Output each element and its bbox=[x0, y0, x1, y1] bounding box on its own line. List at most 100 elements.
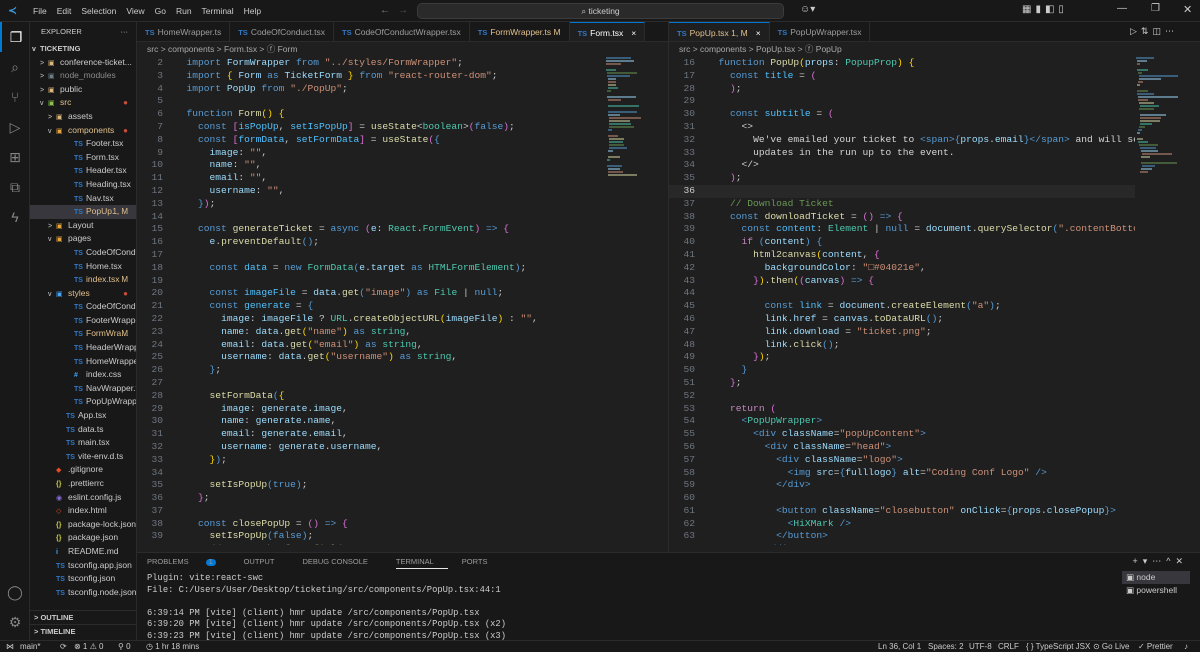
menu-item-edit[interactable]: Edit bbox=[52, 6, 77, 16]
tree-item[interactable]: TSPopUpWrappe... bbox=[30, 395, 136, 409]
tree-item[interactable]: TS tsconfig.node.json bbox=[30, 586, 136, 600]
editor-tab[interactable]: TS CodeOfConductWrapper.tsx bbox=[334, 22, 470, 41]
maximize-button[interactable]: ❐ bbox=[1151, 3, 1160, 14]
command-center[interactable]: ⌕ ticketing bbox=[417, 3, 784, 19]
tree-item[interactable]: TS vite-env.d.ts bbox=[30, 450, 136, 464]
tree-item[interactable]: TS data.ts bbox=[30, 423, 136, 437]
tree-item[interactable]: {} .prettierrc bbox=[30, 477, 136, 491]
indentation[interactable]: Spaces: 2 bbox=[928, 641, 964, 652]
tree-item[interactable]: v ▣ src ● bbox=[30, 96, 136, 110]
cursor-position[interactable]: Ln 36, Col 1 bbox=[878, 641, 921, 652]
tree-item[interactable]: ◇ index.html bbox=[30, 504, 136, 518]
panel-tab-output[interactable]: OUTPUT bbox=[244, 557, 289, 569]
account-icon[interactable]: ◯ bbox=[0, 577, 30, 607]
editor-tab[interactable]: TS FormWrapper.ts M bbox=[469, 22, 570, 41]
editor-tab[interactable]: TS Form.tsx × bbox=[569, 22, 646, 41]
tree-item[interactable]: TS index.tsx M bbox=[30, 273, 136, 287]
editor-tab[interactable]: TS PopUp.tsx 1, M × bbox=[669, 22, 770, 41]
tree-item[interactable]: TS Form.tsx bbox=[30, 151, 136, 165]
editor-actions[interactable]: ▷⇅◫⋯ bbox=[1130, 26, 1178, 37]
tree-item[interactable]: TS PopUp... 1, M bbox=[30, 205, 136, 219]
tree-item[interactable]: {} package.json bbox=[30, 531, 136, 545]
tree-item[interactable]: TS Home.tsx bbox=[30, 260, 136, 274]
branch-indicator[interactable]: main* bbox=[20, 641, 40, 652]
tree-item[interactable]: TSHomeWrapper... bbox=[30, 355, 136, 369]
terminal-instance[interactable]: ▣ node bbox=[1122, 571, 1190, 584]
tree-item[interactable]: v ▣ styles ● bbox=[30, 287, 136, 301]
left-minimap[interactable] bbox=[605, 57, 661, 545]
tree-item[interactable]: > ▣ Layout bbox=[30, 219, 136, 233]
project-root[interactable]: v TICKETING bbox=[30, 42, 136, 56]
layout-controls[interactable]: ▦▮◧▯ bbox=[1022, 4, 1068, 15]
tree-item[interactable]: ◉ eslint.config.js bbox=[30, 491, 136, 505]
breadcrumb[interactable]: src > components > PopUp.tsx > ⓕ PopUp bbox=[669, 42, 1200, 57]
remote-icon[interactable]: ⋈ bbox=[6, 641, 14, 652]
close-tab-icon[interactable]: × bbox=[631, 28, 636, 38]
explorer-icon[interactable]: ❐ bbox=[0, 22, 30, 52]
panel-tab-problems[interactable]: PROBLEMS 1 bbox=[147, 557, 230, 569]
tree-item[interactable]: TS Nav.tsx bbox=[30, 192, 136, 206]
timeline-section[interactable]: > TIMELINE bbox=[30, 624, 136, 638]
panel-tab-debug-console[interactable]: DEBUG CONSOLE bbox=[302, 557, 381, 569]
outline-section[interactable]: > OUTLINE bbox=[30, 610, 136, 624]
sync-icon[interactable]: ⟳ bbox=[60, 641, 67, 652]
session-time[interactable]: ◷ 1 hr 18 mins bbox=[146, 641, 199, 652]
menu-item-run[interactable]: Run bbox=[171, 6, 197, 16]
go-live-button[interactable]: ⊙ Go Live bbox=[1093, 641, 1130, 652]
problems-indicator[interactable]: ⊗ 1 ⚠ 0 bbox=[74, 641, 103, 652]
tree-item[interactable]: TS Footer.tsx bbox=[30, 137, 136, 151]
back-arrow-icon[interactable]: ← bbox=[380, 5, 390, 16]
end-of-line[interactable]: CRLF bbox=[998, 641, 1019, 652]
tree-item[interactable]: TSFooterWrapper... bbox=[30, 314, 136, 328]
run-debug-icon[interactable]: ▷ bbox=[0, 112, 30, 142]
tree-item[interactable]: TS tsconfig.json bbox=[30, 572, 136, 586]
tree-item[interactable]: TS Heading.tsx bbox=[30, 178, 136, 192]
menu-item-help[interactable]: Help bbox=[239, 6, 266, 16]
panel-tab-ports[interactable]: PORTS bbox=[462, 557, 502, 569]
terminal-output[interactable]: Plugin: vite:react-swc File: C:/Users/Use… bbox=[147, 573, 506, 642]
prettier-status[interactable]: ✓ Prettier bbox=[1138, 641, 1173, 652]
manage-gear-icon[interactable]: ⚙ bbox=[0, 607, 30, 637]
extensions-icon[interactable]: ⊞ bbox=[0, 142, 30, 172]
right-minimap[interactable] bbox=[1135, 57, 1191, 545]
tree-item[interactable]: > ▣ public bbox=[30, 83, 136, 97]
tree-item[interactable]: > ▣ node_modules bbox=[30, 69, 136, 83]
source-control-icon[interactable]: ⑂ bbox=[0, 82, 30, 112]
menu-item-selection[interactable]: Selection bbox=[76, 6, 121, 16]
breadcrumb[interactable]: src > components > Form.tsx > ⓕ Form bbox=[137, 42, 668, 57]
menu-item-view[interactable]: View bbox=[121, 6, 149, 16]
tree-item[interactable]: > ▣ assets bbox=[30, 110, 136, 124]
forward-arrow-icon[interactable]: → bbox=[398, 5, 408, 16]
close-tab-icon[interactable]: × bbox=[756, 28, 761, 38]
search-icon[interactable]: ⌕ bbox=[0, 52, 30, 82]
tree-item[interactable]: > ▣ conference-ticket... bbox=[30, 56, 136, 70]
minimize-button[interactable]: — bbox=[1117, 3, 1127, 14]
notifications-bell-icon[interactable]: ♪ bbox=[1184, 641, 1188, 652]
tree-item[interactable]: # index.css bbox=[30, 368, 136, 382]
tree-item[interactable]: TSCodeOfCondu... bbox=[30, 300, 136, 314]
encoding[interactable]: UTF-8 bbox=[969, 641, 992, 652]
tree-item[interactable]: v ▣ components ● bbox=[30, 124, 136, 138]
tree-item[interactable]: ◆ .gitignore bbox=[30, 463, 136, 477]
terminal-instance[interactable]: ▣ powershell bbox=[1122, 584, 1190, 597]
tree-item[interactable]: TS main.tsx bbox=[30, 436, 136, 450]
tree-item[interactable]: TS NavWrapper.ts bbox=[30, 382, 136, 396]
tree-item[interactable]: TSHeaderWrappe... bbox=[30, 341, 136, 355]
menu-item-terminal[interactable]: Terminal bbox=[197, 6, 239, 16]
menu-item-go[interactable]: Go bbox=[150, 6, 171, 16]
tree-item[interactable]: TSCodeOfCondu... bbox=[30, 246, 136, 260]
editor-tab[interactable]: TS CodeOfConduct.tsx bbox=[230, 22, 334, 41]
copilot-icon[interactable]: ☺▾ bbox=[800, 4, 815, 15]
language-mode[interactable]: { } TypeScript JSX bbox=[1026, 641, 1090, 652]
right-code-editor[interactable]: 16 function PopUp(props: PopupProp) {17 … bbox=[669, 57, 1135, 545]
editor-tab[interactable]: TS PopUpWrapper.tsx bbox=[769, 22, 871, 41]
tree-item[interactable]: TS App.tsx bbox=[30, 409, 136, 423]
menu-item-file[interactable]: File bbox=[28, 6, 52, 16]
panel-tab-terminal[interactable]: TERMINAL bbox=[395, 557, 448, 569]
tree-item[interactable]: {} package-lock.json bbox=[30, 518, 136, 532]
panel-actions[interactable]: +▾⋯^✕ bbox=[1132, 556, 1188, 567]
remote-explorer-icon[interactable]: ⧉ bbox=[0, 172, 30, 202]
tree-item[interactable]: TS tsconfig.app.json bbox=[30, 559, 136, 573]
lightning-icon[interactable]: ϟ bbox=[0, 202, 30, 232]
tree-item[interactable]: i README.md bbox=[30, 545, 136, 559]
